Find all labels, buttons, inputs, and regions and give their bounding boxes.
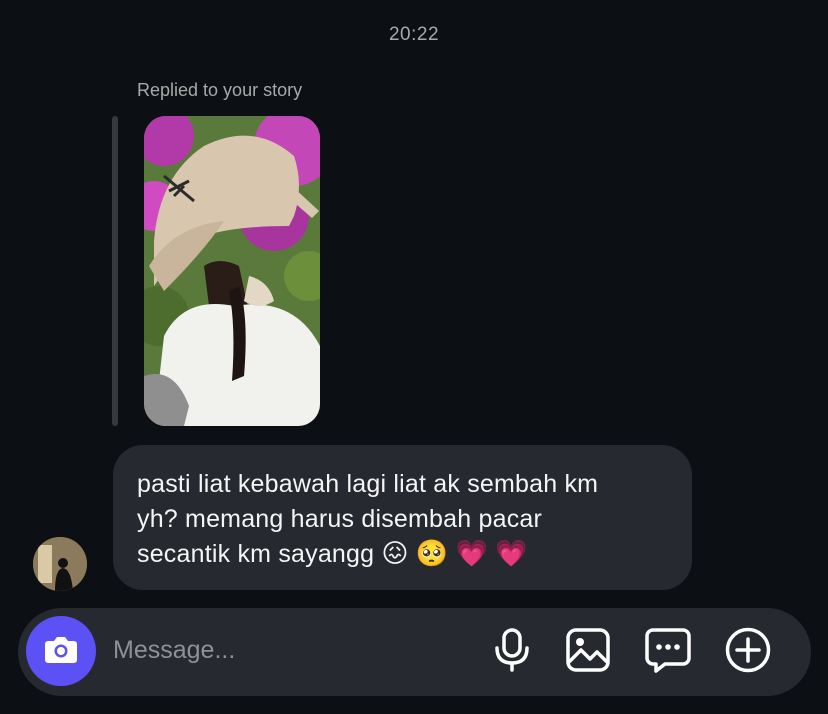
voice-message-button[interactable] xyxy=(488,627,536,677)
gallery-button[interactable] xyxy=(564,627,612,677)
camera-icon xyxy=(44,634,78,669)
message-composer: Message... xyxy=(18,608,811,696)
plus-icon xyxy=(725,627,771,678)
microphone-icon xyxy=(494,627,530,677)
message-input[interactable]: Message... xyxy=(113,636,235,665)
message-line: pasti liat kebawah lagi liat ak sembah k… xyxy=(137,470,599,498)
reply-context-label: Replied to your story xyxy=(137,80,303,100)
message-line-with-emojis: secantik km sayangg 😖 🥺 💗 💗 xyxy=(137,537,668,572)
reply-indicator-bar xyxy=(112,116,118,426)
heart-emoji: 💗 xyxy=(495,539,528,569)
sticker-button[interactable] xyxy=(644,627,692,678)
pleading-emoji: 🥺 xyxy=(415,539,449,569)
message-text: secantik km sayangg xyxy=(137,540,375,568)
message-line: yh? memang harus disembah pacar xyxy=(137,505,543,533)
heart-emoji: 💗 xyxy=(455,539,489,569)
more-options-button[interactable] xyxy=(724,627,772,678)
story-thumbnail[interactable] xyxy=(144,116,320,426)
camera-button[interactable] xyxy=(26,616,96,686)
sticker-icon xyxy=(645,627,691,678)
timestamp: 20:22 xyxy=(388,24,440,45)
sender-avatar[interactable] xyxy=(33,537,87,591)
confounded-emoji: 😖 xyxy=(381,539,409,569)
message-bubble[interactable]: pasti liat kebawah lagi liat ak sembah k… xyxy=(113,445,692,590)
gallery-icon xyxy=(566,627,610,677)
